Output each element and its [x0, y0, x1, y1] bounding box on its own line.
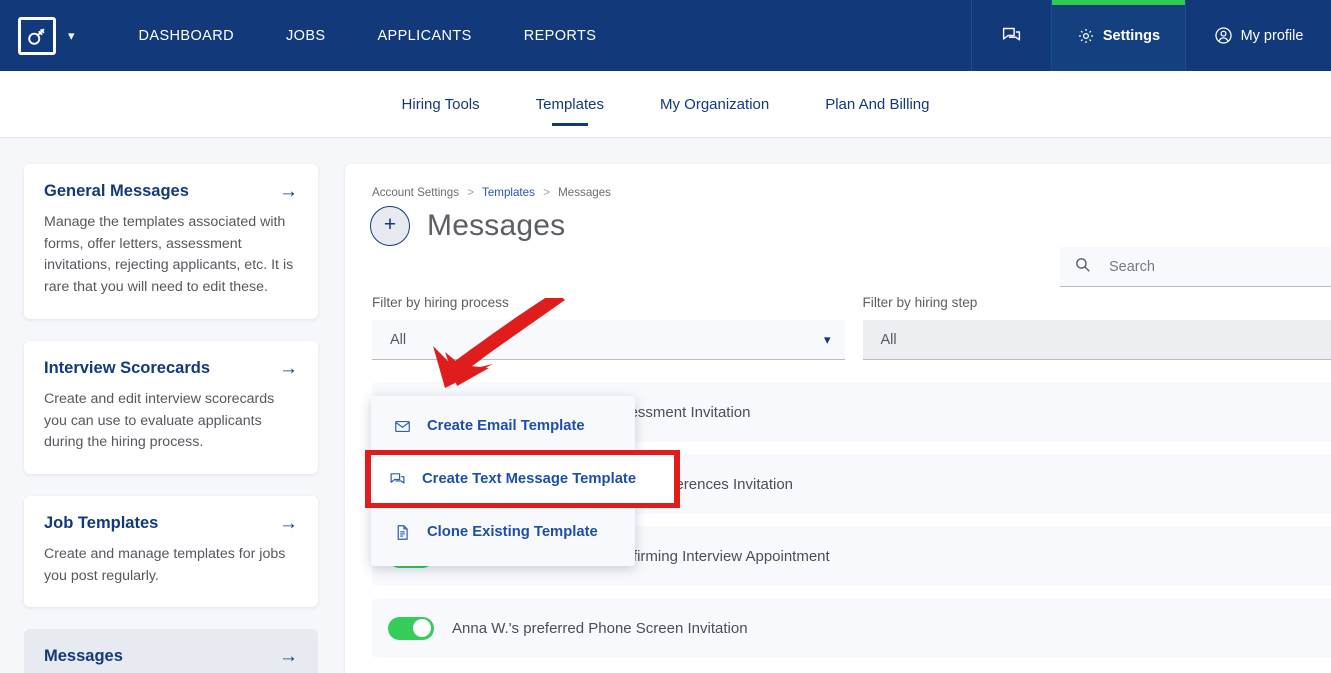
settings-label: Settings: [1102, 27, 1161, 44]
breadcrumb-separator: >: [543, 186, 550, 199]
search-box[interactable]: [1060, 247, 1331, 287]
add-template-button[interactable]: +: [370, 206, 410, 246]
table-row[interactable]: Anna W.'s preferred Phone Screen Invitat…: [372, 598, 1331, 658]
document-icon: [393, 524, 411, 541]
primary-nav-links: DASHBOARD JOBS APPLICANTS REPORTS: [113, 28, 623, 44]
subnav-my-organization[interactable]: My Organization: [632, 71, 797, 138]
hiring-step-select[interactable]: All: [862, 320, 1331, 360]
breadcrumb-root: Account Settings: [372, 186, 460, 199]
menu-item-label: Create Email Template: [427, 418, 585, 434]
messages-chat-button[interactable]: [971, 0, 1051, 71]
card-title: Interview Scorecards: [44, 358, 210, 377]
filter-label: Filter by hiring step: [862, 295, 978, 310]
menu-item-clone-existing-template[interactable]: Clone Existing Template: [371, 510, 635, 554]
card-header: Interview Scorecards →: [44, 359, 298, 378]
arrow-right-icon[interactable]: →: [279, 182, 298, 201]
logo-area[interactable]: ▾: [0, 16, 75, 55]
chevron-down-icon[interactable]: ▾: [824, 332, 831, 348]
card-header: Messages →: [44, 647, 298, 666]
page-title-row: + Messages: [370, 206, 565, 246]
top-navigation-bar: ▾ DASHBOARD JOBS APPLICANTS REPORTS Sett…: [0, 0, 1331, 71]
breadcrumb-current: Messages: [558, 186, 611, 199]
chat-bubbles-icon: [1001, 25, 1022, 46]
card-title: General Messages: [44, 182, 189, 200]
nav-link-applicants[interactable]: APPLICANTS: [351, 28, 497, 44]
filter-label: Filter by hiring process: [372, 295, 509, 310]
template-name: Anna W.'s preferred Phone Screen Invitat…: [452, 619, 748, 637]
arrow-right-icon[interactable]: →: [279, 647, 298, 666]
subnav-hiring-tools[interactable]: Hiring Tools: [374, 71, 508, 138]
my-profile-label: My profile: [1240, 27, 1304, 44]
page-body: General Messages → Manage the templates …: [0, 138, 1331, 673]
breadcrumb-templates-link[interactable]: Templates: [482, 186, 535, 199]
plug-logo-icon[interactable]: [18, 16, 56, 55]
select-value: All: [390, 331, 407, 348]
app-root: ▾ DASHBOARD JOBS APPLICANTS REPORTS Sett…: [0, 0, 1331, 673]
card-title: Messages: [44, 647, 123, 666]
toggle-knob: [413, 619, 431, 637]
breadcrumb: Account Settings > Templates > Messages: [372, 186, 611, 199]
breadcrumb-separator: >: [467, 186, 475, 199]
search-icon: [1074, 256, 1091, 278]
page-title: Messages: [427, 209, 566, 242]
menu-item-label: Create Text Message Template: [422, 471, 637, 487]
envelope-icon: [393, 418, 411, 435]
sidebar-card-messages[interactable]: Messages → Manage the email and text mes…: [24, 629, 318, 673]
subnav-plan-and-billing[interactable]: Plan And Billing: [797, 71, 957, 138]
card-title: Job Templates: [44, 514, 159, 533]
settings-sidebar: General Messages → Manage the templates …: [24, 164, 318, 673]
settings-sub-navigation: Hiring Tools Templates My Organization P…: [0, 71, 1331, 138]
arrow-right-icon[interactable]: →: [279, 514, 298, 533]
subnav-templates[interactable]: Templates: [508, 71, 632, 138]
menu-item-label: Clone Existing Template: [427, 524, 598, 540]
card-description: Create and manage templates for jobs you…: [44, 546, 286, 584]
chat-bubbles-icon: [388, 471, 406, 488]
gear-icon: [1077, 27, 1095, 45]
search-input[interactable]: [1109, 258, 1331, 275]
filter-row: Filter by hiring process All ▾ Filter by…: [372, 295, 1331, 360]
row-enabled-toggle[interactable]: [388, 616, 434, 640]
settings-tab[interactable]: Settings: [1051, 0, 1185, 71]
card-header: General Messages →: [44, 182, 298, 201]
nav-link-reports[interactable]: REPORTS: [498, 28, 623, 44]
menu-item-create-text-message-template[interactable]: Create Text Message Template: [365, 450, 680, 508]
sidebar-card-interview-scorecards[interactable]: Interview Scorecards → Create and edit i…: [24, 340, 318, 475]
my-profile-button[interactable]: My profile: [1185, 0, 1331, 71]
nav-link-jobs[interactable]: JOBS: [260, 28, 351, 44]
arrow-right-icon[interactable]: →: [279, 359, 298, 378]
card-header: Job Templates →: [44, 514, 298, 533]
sidebar-card-general-messages[interactable]: General Messages → Manage the templates …: [24, 164, 318, 319]
nav-link-dashboard[interactable]: DASHBOARD: [113, 28, 260, 44]
top-nav-right-group: Settings My profile: [971, 0, 1331, 71]
user-avatar-icon: [1214, 26, 1233, 45]
sidebar-card-job-templates[interactable]: Job Templates → Create and manage templa…: [24, 496, 318, 608]
card-description: Create and edit interview scorecards you…: [44, 390, 275, 451]
create-template-dropdown: Create Email Template Create Text Messag…: [365, 396, 680, 566]
menu-item-create-email-template[interactable]: Create Email Template: [371, 404, 635, 448]
chevron-down-icon[interactable]: ▾: [68, 28, 75, 44]
hiring-process-select[interactable]: All ▾: [372, 320, 845, 360]
filter-hiring-process: Filter by hiring process All ▾: [372, 295, 845, 360]
card-description: Manage the templates associated with for…: [44, 214, 294, 296]
select-value: All: [880, 331, 897, 348]
filter-hiring-step: Filter by hiring step All: [862, 295, 1331, 360]
